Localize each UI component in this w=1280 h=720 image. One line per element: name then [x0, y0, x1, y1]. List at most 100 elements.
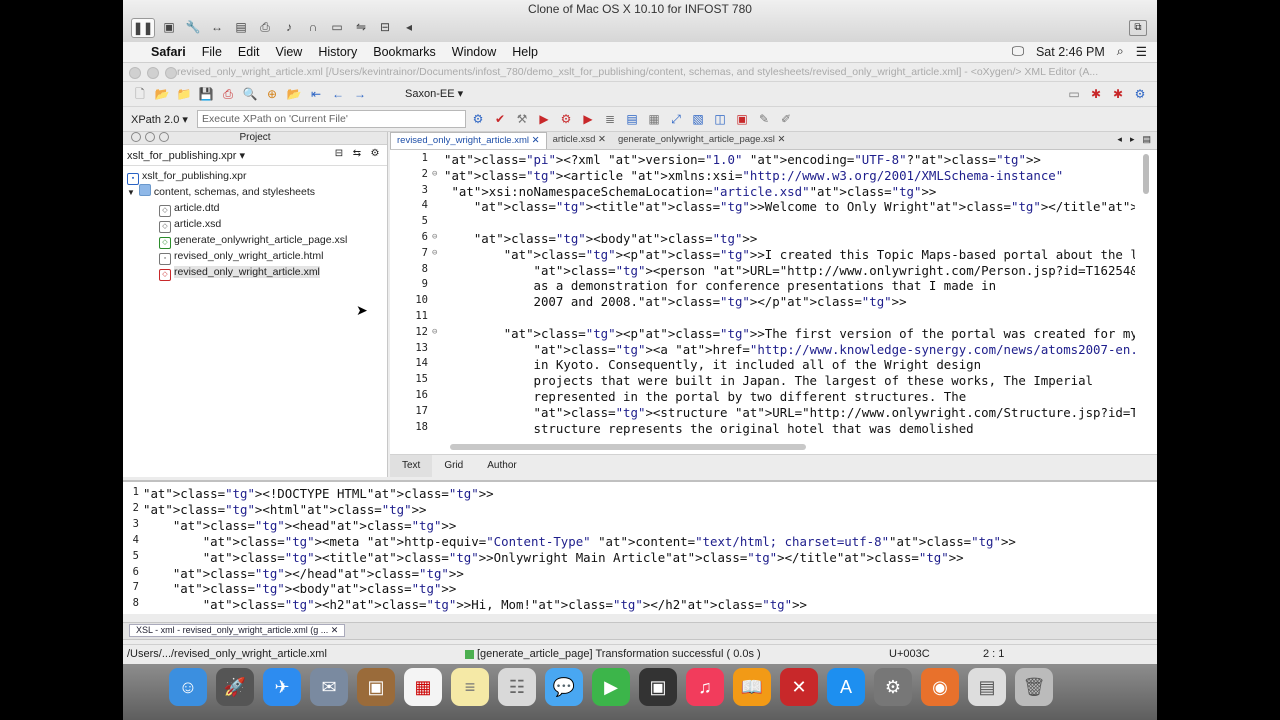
- fold-icon[interactable]: ⊖: [432, 327, 437, 337]
- tab-xml[interactable]: revised_only_wright_article.xml ✕: [390, 132, 547, 149]
- oxygen-icon[interactable]: ✕: [780, 668, 818, 706]
- photo-booth-icon[interactable]: ▣: [639, 668, 677, 706]
- tag-icon[interactable]: ⤢: [667, 110, 685, 128]
- redo-icon[interactable]: →: [351, 85, 369, 103]
- fold-icon[interactable]: ⊖: [432, 232, 437, 242]
- xml-icon[interactable]: ✱: [1087, 85, 1105, 103]
- safari-icon[interactable]: ✈: [263, 668, 301, 706]
- settings-icon[interactable]: ⚙: [469, 110, 487, 128]
- comment-icon[interactable]: ▦: [645, 110, 663, 128]
- notification-icon[interactable]: ☰: [1136, 44, 1147, 59]
- finder-icon[interactable]: ☺: [169, 668, 207, 706]
- validate-icon[interactable]: ✔: [491, 110, 509, 128]
- clock[interactable]: Sat 2:46 PM: [1036, 45, 1105, 59]
- tab-left-icon[interactable]: ◂: [1117, 134, 1122, 145]
- find-icon[interactable]: 🔍: [241, 85, 259, 103]
- tree-item-folder[interactable]: ▼ content, schemas, and stylesheets: [123, 184, 387, 200]
- usb-icon[interactable]: ⇋: [351, 18, 371, 36]
- messages-icon[interactable]: 💬: [545, 668, 583, 706]
- link-icon[interactable]: ⇆: [351, 148, 363, 160]
- layout-icon[interactable]: ▭: [1065, 85, 1083, 103]
- open-folder-icon[interactable]: 📂: [153, 85, 171, 103]
- processor-select[interactable]: Saxon-EE ▾: [405, 87, 463, 100]
- zoom-icon[interactable]: [165, 67, 177, 79]
- tree-item-file[interactable]: ◇ article.xsd: [123, 216, 387, 233]
- menu-app[interactable]: Safari: [151, 45, 186, 59]
- sound-icon[interactable]: ♪: [279, 18, 299, 36]
- camera-icon[interactable]: ▭: [327, 18, 347, 36]
- app-store-icon[interactable]: A: [827, 668, 865, 706]
- folder-icon[interactable]: 📂: [285, 85, 303, 103]
- disk-icon[interactable]: ▤: [231, 18, 251, 36]
- configure-icon[interactable]: ⚙: [557, 110, 575, 128]
- project-selector[interactable]: xslt_for_publishing.xpr ▾ ⊟ ⇆ ⚙: [123, 145, 387, 166]
- printer-icon[interactable]: ⎙: [255, 18, 275, 36]
- horizontal-scrollbar[interactable]: [450, 444, 806, 450]
- gear-icon[interactable]: ⚙: [369, 148, 381, 160]
- minimize-icon[interactable]: [147, 67, 159, 79]
- calendar-icon[interactable]: ▦: [404, 668, 442, 706]
- network-icon[interactable]: ↔: [207, 18, 227, 36]
- vertical-scrollbar[interactable]: [1143, 154, 1149, 194]
- open-url-icon[interactable]: 📁: [175, 85, 193, 103]
- wrap-icon[interactable]: ◫: [711, 110, 729, 128]
- firefox-icon[interactable]: ◉: [921, 668, 959, 706]
- tree-item-file[interactable]: ▫ revised_only_wright_article.html: [123, 248, 387, 265]
- find-files-icon[interactable]: ⊕: [263, 85, 281, 103]
- debug-icon[interactable]: ✱: [1109, 85, 1127, 103]
- contacts-icon[interactable]: ▣: [357, 668, 395, 706]
- close-icon[interactable]: [129, 67, 141, 79]
- itunes-icon[interactable]: ♫: [686, 668, 724, 706]
- mode-text[interactable]: Text: [390, 455, 433, 477]
- format-icon[interactable]: ▤: [623, 110, 641, 128]
- menu-view[interactable]: View: [275, 45, 302, 59]
- reminders-icon[interactable]: ☷: [498, 668, 536, 706]
- spotlight-icon[interactable]: ⌕: [1117, 44, 1124, 59]
- launchpad-icon[interactable]: 🚀: [216, 668, 254, 706]
- collapse-all-icon[interactable]: ⊟: [333, 148, 345, 160]
- print-icon[interactable]: ⎙: [219, 85, 237, 103]
- ibooks-icon[interactable]: 📖: [733, 668, 771, 706]
- preview-icon[interactable]: ✉: [310, 668, 348, 706]
- tab-right-icon[interactable]: ▸: [1130, 134, 1135, 145]
- check-icon[interactable]: ⚒: [513, 110, 531, 128]
- menu-help[interactable]: Help: [512, 45, 538, 59]
- xpath-version[interactable]: XPath 2.0 ▾: [131, 113, 188, 126]
- pause-icon[interactable]: ❚❚: [131, 18, 155, 38]
- wrench-icon[interactable]: 🔧: [183, 18, 203, 36]
- menu-edit[interactable]: Edit: [238, 45, 260, 59]
- menu-file[interactable]: File: [202, 45, 222, 59]
- code-area[interactable]: 1 "at">class="pi"><?xml "at">version="1.0…: [390, 150, 1135, 445]
- fold-icon[interactable]: ⊖: [432, 169, 437, 179]
- tab-menu-icon[interactable]: ▤: [1142, 134, 1151, 145]
- tree-item-file-selected[interactable]: ◇ revised_only_wright_article.xml: [123, 264, 387, 281]
- compare-icon[interactable]: ⚙: [1131, 85, 1149, 103]
- back-icon[interactable]: ⇤: [307, 85, 325, 103]
- sharing-icon[interactable]: ⊟: [375, 18, 395, 36]
- display-icon[interactable]: 🖵: [1012, 44, 1024, 59]
- headset-icon[interactable]: ∩: [303, 18, 323, 36]
- fullscreen-icon[interactable]: ⧉: [1129, 20, 1147, 36]
- tree-item-file[interactable]: ◇ article.dtd: [123, 200, 387, 217]
- trash-icon[interactable]: 🗑: [1015, 668, 1053, 706]
- xpath-input[interactable]: Execute XPath on 'Current File': [197, 110, 466, 128]
- save-icon[interactable]: 💾: [197, 85, 215, 103]
- notes-icon[interactable]: ≡: [451, 668, 489, 706]
- mode-grid[interactable]: Grid: [432, 455, 475, 477]
- disclosure-icon[interactable]: ▼: [127, 188, 135, 197]
- system-preferences-icon[interactable]: ⚙: [874, 668, 912, 706]
- debugger-icon[interactable]: ▶: [579, 110, 597, 128]
- transform-icon[interactable]: ▣: [733, 110, 751, 128]
- tab-xsd[interactable]: article.xsd ✕: [547, 132, 612, 149]
- indent-icon[interactable]: ≣: [601, 110, 619, 128]
- menu-history[interactable]: History: [318, 45, 357, 59]
- snapshot-icon[interactable]: ▣: [159, 18, 179, 36]
- facetime-icon[interactable]: ▶: [592, 668, 630, 706]
- tree-item-project[interactable]: ▪ xslt_for_publishing.xpr: [123, 168, 387, 185]
- run-icon[interactable]: ▶: [535, 110, 553, 128]
- output-tab[interactable]: XSL - xml - revised_only_wright_article.…: [129, 624, 346, 637]
- mode-author[interactable]: Author: [475, 455, 528, 477]
- menu-bookmarks[interactable]: Bookmarks: [373, 45, 436, 59]
- downloads-icon[interactable]: ▤: [968, 668, 1006, 706]
- new-file-icon[interactable]: 🗋: [131, 85, 149, 103]
